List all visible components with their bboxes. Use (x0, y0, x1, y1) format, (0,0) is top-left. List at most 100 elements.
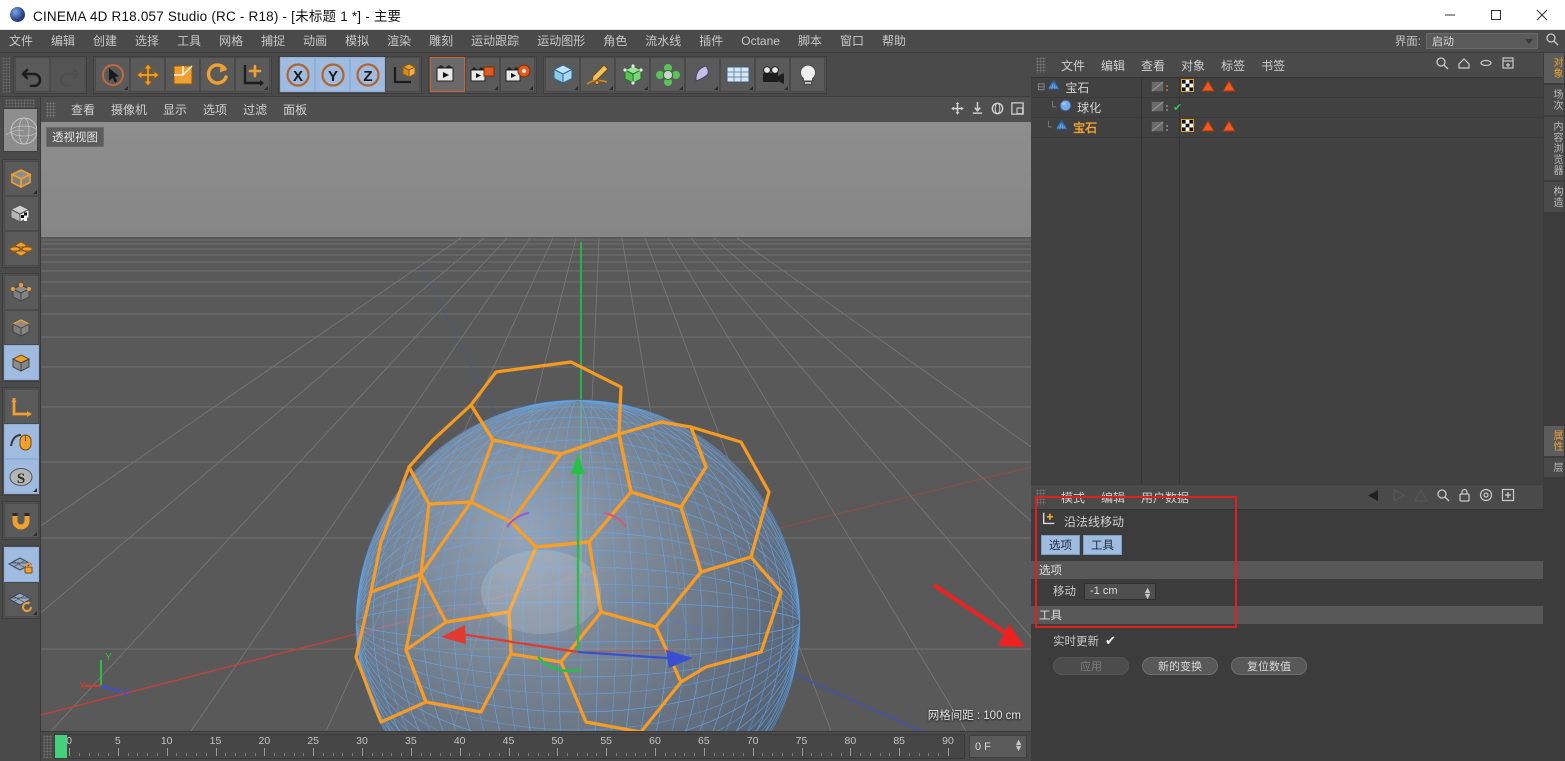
snap-button[interactable]: S (3, 459, 39, 494)
vtab-takes[interactable]: 场次 (1544, 85, 1564, 115)
objmgr-menu-2[interactable]: 查看 (1133, 57, 1173, 74)
live-selection-tool[interactable] (95, 57, 130, 92)
ellipse-icon[interactable] (1479, 56, 1493, 75)
workplane-rotate-button[interactable] (3, 582, 39, 617)
reset-values-button[interactable]: 复位数值 (1231, 657, 1307, 675)
dolly-icon[interactable] (970, 101, 985, 121)
workplane-button[interactable] (3, 231, 39, 266)
add-cube-button[interactable] (545, 57, 580, 92)
objmgr-menu-4[interactable]: 标签 (1213, 57, 1253, 74)
home-icon[interactable] (1457, 56, 1471, 75)
menu-item-0[interactable]: 文件 (0, 30, 42, 52)
triangle-tag-icon[interactable] (1201, 79, 1215, 97)
object-visibility-dots[interactable]: ✔ (1151, 99, 1182, 117)
vtab-structure[interactable]: 构造 (1544, 182, 1564, 212)
menu-item-14[interactable]: 流水线 (636, 30, 690, 52)
target-icon[interactable] (1479, 488, 1493, 507)
scale-tool[interactable] (165, 57, 200, 92)
x-axis-toggle[interactable]: X (280, 57, 315, 92)
object-visibility-dots[interactable] (1151, 119, 1168, 137)
menu-item-19[interactable]: 帮助 (873, 30, 915, 52)
menu-item-2[interactable]: 创建 (84, 30, 126, 52)
add-deformer-button[interactable] (650, 57, 685, 92)
menu-item-5[interactable]: 网格 (210, 30, 252, 52)
object-list[interactable]: ⊟ 宝石 └ 球化 ✔ └ 宝石 (1031, 78, 1543, 484)
visibility-dots[interactable] (1166, 84, 1168, 91)
vtab-layers[interactable]: 层 (1544, 458, 1564, 477)
viewport-menu-grip[interactable] (46, 101, 56, 118)
vtab-attributes[interactable]: 属性 (1544, 426, 1564, 456)
viewport-solo-button[interactable] (3, 424, 39, 459)
objmgr-menu-3[interactable]: 对象 (1173, 57, 1213, 74)
add-light-button[interactable] (790, 57, 825, 92)
lock-icon[interactable] (1458, 488, 1471, 507)
add-generator-button[interactable] (615, 57, 650, 92)
triangle-tag-icon[interactable] (1222, 79, 1236, 97)
attrmgr-menu-1[interactable]: 编辑 (1093, 489, 1133, 506)
new-transform-button[interactable]: 新的变换 (1142, 657, 1218, 675)
coordinate-system-toggle[interactable] (385, 57, 420, 92)
interface-dropdown[interactable]: 启动 (1426, 33, 1538, 49)
render-toggle-icon[interactable] (1151, 119, 1164, 137)
move-along-normal-tool[interactable] (235, 57, 270, 92)
add-icon[interactable] (1501, 488, 1515, 507)
undo-button[interactable] (15, 57, 50, 92)
render-view-button[interactable] (430, 57, 465, 92)
toolbar-grip[interactable] (2, 56, 10, 93)
table-row[interactable]: ⊟ 宝石 (1031, 78, 1543, 98)
orbit-icon[interactable] (990, 101, 1005, 121)
menu-item-12[interactable]: 运动图形 (528, 30, 594, 52)
viewport-menu-2[interactable]: 显示 (155, 101, 195, 118)
viewport-preview-thumb[interactable] (2, 108, 38, 152)
edges-mode-button[interactable] (3, 310, 39, 345)
viewport-canvas[interactable]: 透视视图 网格间距 : 100 cm Y X Z (41, 122, 1031, 731)
forward-arrow-icon[interactable] (1390, 488, 1406, 507)
frame-stepper-icon[interactable]: ▲ ▼ (1014, 738, 1023, 753)
move-distance-field[interactable]: -1 cm ▲ ▼ (1084, 582, 1156, 600)
visibility-dots[interactable] (1166, 124, 1168, 131)
add-camera-button[interactable] (755, 57, 790, 92)
viewport-menu-5[interactable]: 面板 (275, 101, 315, 118)
z-axis-toggle[interactable]: Z (350, 57, 385, 92)
render-settings-button[interactable] (500, 57, 535, 92)
search-icon[interactable] (1435, 56, 1449, 75)
move-tool[interactable] (130, 57, 165, 92)
menu-item-18[interactable]: 窗口 (831, 30, 873, 52)
texture-mode-button[interactable] (3, 196, 39, 231)
render-to-picture-button[interactable] (465, 57, 500, 92)
object-manager-grip[interactable] (1036, 57, 1046, 73)
viewport-menu-0[interactable]: 查看 (63, 101, 103, 118)
add-spline-button[interactable] (580, 57, 615, 92)
menu-item-16[interactable]: Octane (732, 30, 789, 52)
up-arrow-icon[interactable] (1414, 488, 1428, 507)
add-scene-button[interactable] (685, 57, 720, 92)
menu-item-11[interactable]: 运动跟踪 (462, 30, 528, 52)
layout-icon[interactable] (1501, 56, 1515, 75)
menu-item-15[interactable]: 插件 (690, 30, 732, 52)
workplane-lock-button[interactable] (3, 547, 39, 582)
viewport-menu-4[interactable]: 过滤 (235, 101, 275, 118)
left-toolbar-grip[interactable] (5, 99, 35, 107)
objmgr-menu-5[interactable]: 书签 (1253, 57, 1293, 74)
add-floor-button[interactable] (720, 57, 755, 92)
axis-modify-button[interactable] (3, 389, 39, 424)
menu-item-13[interactable]: 角色 (594, 30, 636, 52)
objmgr-menu-1[interactable]: 编辑 (1093, 57, 1133, 74)
search-icon[interactable] (1436, 488, 1450, 507)
menu-item-7[interactable]: 动画 (294, 30, 336, 52)
back-arrow-icon[interactable] (1366, 489, 1382, 507)
timeline-grip[interactable] (43, 735, 52, 758)
vtab-content-browser[interactable]: 内容浏览器 (1544, 117, 1564, 180)
menu-item-8[interactable]: 模拟 (336, 30, 378, 52)
object-tags[interactable] (1181, 118, 1236, 137)
timeline-track[interactable]: 0 5 10 15 20 25 30 35 40 45 50 55 60 65 70 75 80 85 90 (54, 734, 965, 759)
maximize-button[interactable] (1473, 0, 1519, 30)
checker-tag-icon[interactable] (1181, 78, 1194, 97)
realtime-update-checkbox[interactable]: ✔ (1105, 634, 1116, 647)
menu-item-1[interactable]: 编辑 (42, 30, 84, 52)
expander-minus-icon[interactable]: ⊟ (1037, 82, 1045, 93)
tab-tool[interactable]: 工具 (1083, 535, 1122, 555)
attribute-manager-grip[interactable] (1036, 489, 1046, 505)
menu-item-3[interactable]: 选择 (126, 30, 168, 52)
attrmgr-menu-2[interactable]: 用户数据 (1133, 489, 1197, 506)
